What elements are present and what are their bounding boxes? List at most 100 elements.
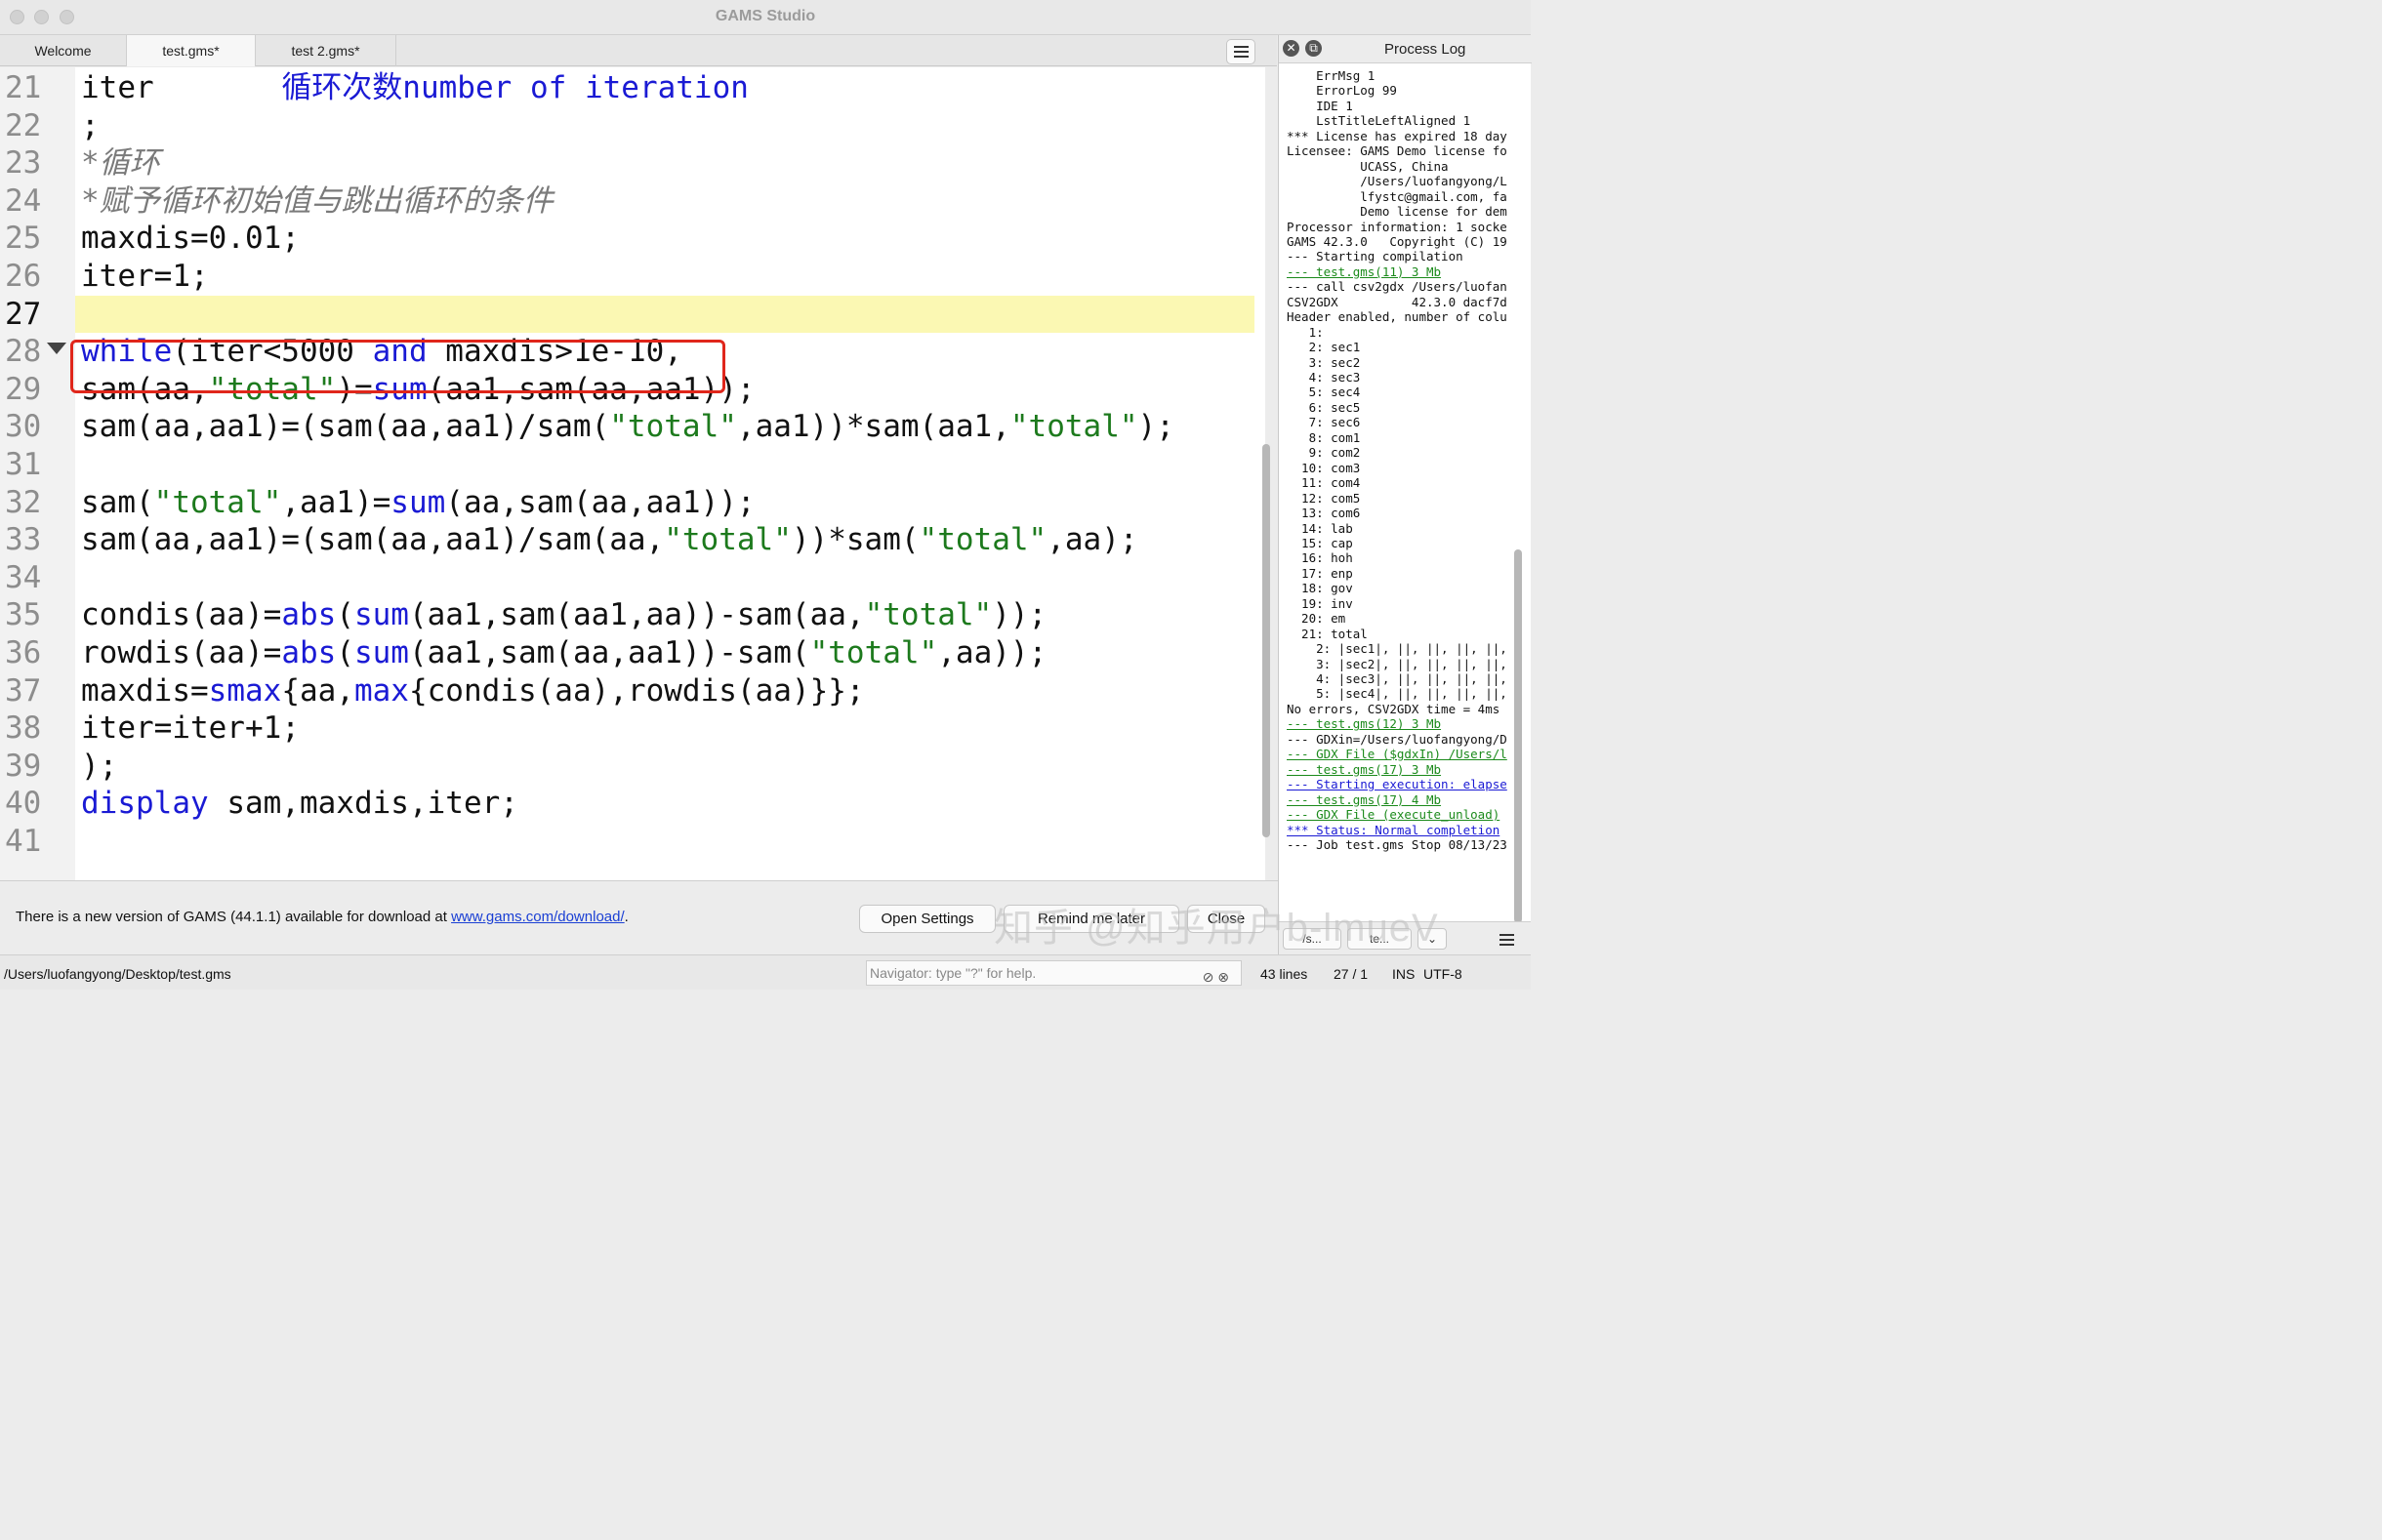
log-line: 9: com2	[1287, 445, 1361, 461]
code-line[interactable]: 41	[0, 823, 1265, 860]
code-line[interactable]: 36 rowdis(aa)=abs(sum(aa1,sam(aa,aa1))-sa…	[0, 634, 1265, 671]
navigator-input[interactable]: Navigator: type "?" for help. ⊘ ⊗	[866, 960, 1242, 986]
code-line[interactable]: 23 *循环	[0, 144, 1265, 182]
log-line: Header enabled, number of colu	[1287, 309, 1507, 325]
code-editor[interactable]: 21 iter 循环次数number of iteration 22; 23 *循环 24…	[0, 67, 1265, 880]
code-line[interactable]: 34	[0, 559, 1265, 596]
log-link[interactable]: --- GDX File ($gdxIn) /Users/l	[1287, 747, 1507, 762]
log-line: 3: |sec2|, ||, ||, ||, ||,	[1287, 656, 1507, 671]
log-line: IDE 1	[1287, 98, 1353, 113]
tab-test-gms[interactable]: test.gms*	[127, 35, 256, 66]
code-line[interactable]: 33 sam(aa,aa1)=(sam(aa,aa1)/sam(aa,"total…	[0, 521, 1265, 558]
code-text: *赋予循环初始值与跳出循环的条件	[81, 182, 554, 219]
tab-test-2-gms[interactable]: test 2.gms*	[256, 35, 396, 66]
process-log-header: ✕ ⧉ Process Log	[1279, 35, 1532, 63]
log-link[interactable]: --- test.gms(17) 4 Mb	[1287, 792, 1441, 808]
process-log-output[interactable]: ErrMsg 1 ErrorLog 99 IDE 1 LstTitleLeftA…	[1279, 65, 1521, 924]
code-line[interactable]: 22;	[0, 107, 1265, 144]
log-line: 5: |sec4|, ||, ||, ||, ||,	[1287, 686, 1507, 702]
navigator-options-icon[interactable]: ⊘ ⊗	[1203, 965, 1229, 989]
log-line: 11: com4	[1287, 475, 1361, 491]
code-text: iter=iter+1;	[81, 710, 300, 747]
log-link[interactable]: *** Status: Normal completion	[1287, 823, 1499, 838]
encoding: UTF-8	[1423, 966, 1462, 982]
insert-mode: INS	[1392, 966, 1416, 982]
log-line: 8: com1	[1287, 429, 1361, 445]
log-line: No errors, CSV2GDX time = 4ms	[1287, 701, 1500, 716]
code-text: );	[81, 748, 118, 784]
log-line: 2: sec1	[1287, 340, 1361, 355]
log-line: 5: sec4	[1287, 385, 1361, 400]
log-line: 18: gov	[1287, 581, 1353, 596]
log-line: --- GDXin=/Users/luofangyong/D	[1287, 731, 1507, 747]
code-line[interactable]: 37 maxdis=smax{aa,max{condis(aa),rowdis(a…	[0, 672, 1265, 709]
status-bar: /Users/luofangyong/Desktop/test.gms Navi…	[0, 954, 1531, 990]
code-line[interactable]: 32 sam("total",aa1)=sum(aa,sam(aa,aa1));	[0, 484, 1265, 521]
code-line[interactable]: 26 iter=1;	[0, 258, 1265, 295]
log-line: --- call csv2gdx /Users/luofan	[1287, 279, 1507, 295]
log-line: ErrMsg 1	[1287, 68, 1376, 83]
log-line: 6: sec5	[1287, 399, 1361, 415]
code-line[interactable]: 38 iter=iter+1;	[0, 709, 1265, 747]
log-link[interactable]: --- test.gms(11) 3 Mb	[1287, 264, 1441, 280]
line-number: 34	[5, 559, 42, 595]
line-number: 40	[5, 786, 42, 822]
download-link[interactable]: www.gams.com/download/	[451, 909, 625, 925]
code-text: ;	[81, 107, 100, 143]
editor-tab-bar: Welcome test.gms* test 2.gms*	[0, 35, 1277, 66]
line-number: 23	[5, 145, 42, 182]
log-line: 15: cap	[1287, 535, 1353, 550]
log-link[interactable]: --- test.gms(17) 3 Mb	[1287, 762, 1441, 778]
fold-arrow-icon[interactable]	[47, 343, 66, 355]
log-link[interactable]: --- GDX File (execute_unload)	[1287, 807, 1499, 823]
code-line[interactable]: 40 display sam,maxdis,iter;	[0, 785, 1265, 822]
float-panel-icon[interactable]: ⧉	[1305, 40, 1322, 57]
line-number: 35	[5, 597, 42, 633]
code-line[interactable]: 39);	[0, 748, 1265, 785]
code-line[interactable]: 30 sam(aa,aa1)=(sam(aa,aa1)/sam("total",a…	[0, 408, 1265, 445]
log-line: 17: enp	[1287, 565, 1353, 581]
code-line[interactable]: 21 iter 循环次数number of iteration	[0, 69, 1265, 106]
line-number: 24	[5, 182, 42, 219]
line-number: 28	[5, 334, 42, 370]
code-text: *循环	[81, 145, 160, 182]
line-number: 37	[5, 672, 42, 709]
code-text: maxdis=0.01;	[81, 221, 300, 257]
log-line: 20: em	[1287, 611, 1346, 627]
log-line: lfystc@gmail.com, fa	[1287, 188, 1507, 204]
while-annotation-box	[70, 340, 725, 393]
line-number: 29	[5, 371, 42, 407]
code-text: iter 循环次数number of iteration	[81, 70, 749, 105]
log-line: 1:	[1287, 324, 1324, 340]
code-text: condis(aa)=abs(sum(aa1,sam(aa1,aa))-sam(…	[81, 597, 1047, 633]
watermark: 知乎 @知乎用户b-lmueV	[994, 907, 1439, 950]
hamburger-icon	[1233, 46, 1249, 48]
log-line: UCASS, China	[1287, 158, 1449, 174]
editor-scrollbar[interactable]	[1262, 444, 1270, 837]
log-line: /Users/luofangyong/L	[1287, 174, 1507, 189]
line-number: 22	[5, 107, 42, 143]
code-text: maxdis=smax{aa,max{condis(aa),rowdis(aa)…	[81, 672, 865, 709]
code-line[interactable]: 35 condis(aa)=abs(sum(aa1,sam(aa1,aa))-sa…	[0, 596, 1265, 633]
log-link[interactable]: --- Starting execution: elapse	[1287, 777, 1507, 792]
code-line[interactable]: 24 *赋予循环初始值与跳出循环的条件	[0, 182, 1265, 220]
hamburger-icon[interactable]	[1494, 930, 1519, 950]
code-text: rowdis(aa)=abs(sum(aa1,sam(aa,aa1))-sam(…	[81, 635, 1047, 670]
line-count: 43 lines	[1260, 966, 1308, 982]
code-text: sam("total",aa1)=sum(aa,sam(aa,aa1));	[81, 484, 756, 520]
code-line[interactable]: 31	[0, 446, 1265, 483]
log-line: GAMS 42.3.0 Copyright (C) 19	[1287, 233, 1507, 249]
line-number: 26	[5, 259, 42, 294]
tab-menu-button[interactable]	[1226, 39, 1255, 64]
log-line: 21: total	[1287, 626, 1368, 641]
log-line: 7: sec6	[1287, 415, 1361, 430]
log-scrollbar[interactable]	[1514, 549, 1522, 923]
line-number: 36	[5, 635, 42, 670]
code-line[interactable]: 25 maxdis=0.01;	[0, 220, 1265, 257]
tab-welcome[interactable]: Welcome	[0, 35, 127, 66]
close-icon[interactable]: ✕	[1283, 40, 1299, 57]
code-line[interactable]: 27	[0, 295, 1265, 333]
log-line: 16: hoh	[1287, 550, 1353, 566]
log-link[interactable]: --- test.gms(12) 3 Mb	[1287, 716, 1441, 732]
open-settings-button[interactable]: Open Settings	[859, 905, 996, 933]
